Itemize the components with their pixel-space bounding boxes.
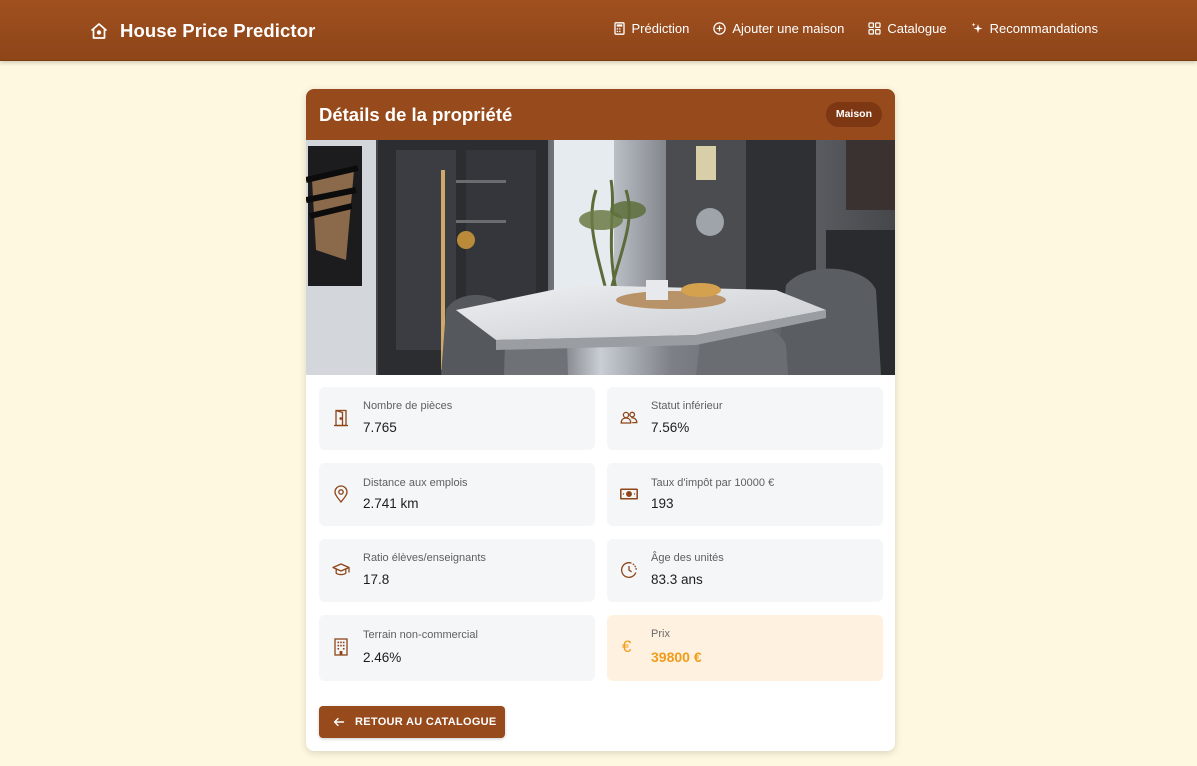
detail-label: Âge des unités	[651, 552, 724, 564]
detail-label: Ratio élèves/enseignants	[363, 552, 486, 564]
plus-circle-icon	[713, 22, 727, 35]
detail-value: 17.8	[363, 572, 390, 587]
detail-value: 7.56%	[651, 420, 690, 435]
detail-rooms: Nombre de pièces 7.765	[319, 387, 595, 450]
people-icon	[620, 409, 638, 427]
arrow-left-icon	[333, 716, 345, 728]
door-icon	[332, 409, 350, 427]
grid-icon	[868, 22, 881, 35]
detail-distance: Distance aux emplois 2.741 km	[319, 463, 595, 526]
detail-label: Prix	[651, 628, 670, 640]
detail-label: Distance aux emplois	[363, 477, 468, 489]
detail-value: 2.741 km	[363, 496, 419, 511]
home-icon	[89, 21, 109, 41]
app-title: House Price Predictor	[120, 20, 316, 41]
banknote-icon	[620, 485, 638, 503]
detail-label: Statut inférieur	[651, 400, 723, 412]
nav-item-recommendations[interactable]: Recommandations	[971, 21, 1098, 36]
property-type-badge: Maison	[825, 102, 882, 127]
calculator-icon	[613, 22, 626, 35]
detail-value: 2.46%	[363, 650, 402, 665]
nav-item-catalogue[interactable]: Catalogue	[868, 21, 947, 36]
building-icon	[332, 638, 350, 656]
sparkle-icon	[971, 22, 984, 35]
price-value: 39800 €	[651, 649, 702, 665]
detail-lower-status: Statut inférieur 7.56%	[607, 387, 883, 450]
graduation-cap-icon	[332, 561, 350, 579]
card-title: Détails de la propriété	[319, 104, 513, 125]
detail-non-commercial-land: Terrain non-commercial 2.46%	[319, 615, 595, 681]
detail-value: 83.3 ans	[651, 572, 703, 587]
nav-item-label: Catalogue	[887, 21, 947, 36]
property-photo	[306, 140, 895, 375]
detail-label: Terrain non-commercial	[363, 629, 478, 641]
detail-pupil-teacher-ratio: Ratio élèves/enseignants 17.8	[319, 539, 595, 602]
detail-tax-rate: Taux d'impôt par 10000 € 193	[607, 463, 883, 526]
back-to-catalogue-button[interactable]: RETOUR AU CATALOGUE	[319, 706, 505, 738]
detail-label: Nombre de pièces	[363, 400, 453, 412]
euro-icon: €	[622, 637, 632, 656]
nav-item-prediction[interactable]: Prédiction	[613, 21, 690, 36]
main-nav: Prédiction Ajouter une maison Catalogue …	[613, 21, 1098, 36]
nav-item-label: Ajouter une maison	[732, 21, 845, 36]
brand[interactable]: House Price Predictor	[89, 19, 315, 43]
detail-value: 193	[651, 496, 674, 511]
detail-unit-age: Âge des unités 83.3 ans	[607, 539, 883, 602]
detail-price: € Prix 39800 €	[607, 615, 883, 681]
detail-label: Taux d'impôt par 10000 €	[651, 477, 775, 489]
top-navbar: House Price Predictor Prédiction Ajouter…	[0, 0, 1197, 61]
detail-value: 7.765	[363, 420, 397, 435]
property-details-card: Détails de la propriété Maison Nombre de…	[306, 89, 895, 751]
nav-item-label: Recommandations	[989, 21, 1098, 36]
nav-item-add-house[interactable]: Ajouter une maison	[713, 21, 844, 36]
card-header: Détails de la propriété Maison	[306, 89, 895, 140]
back-button-label: RETOUR AU CATALOGUE	[355, 716, 497, 728]
clock-icon	[620, 561, 638, 579]
nav-item-label: Prédiction	[631, 21, 690, 36]
location-pin-icon	[332, 485, 350, 503]
